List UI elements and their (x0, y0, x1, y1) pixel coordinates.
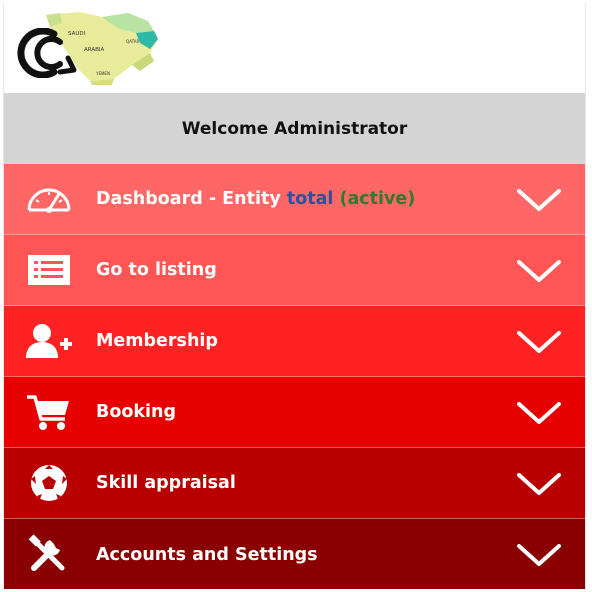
map-label-yemen: YEMEN (95, 71, 110, 76)
menu-item-accounts-settings[interactable]: Accounts and Settings (4, 519, 585, 589)
dashboard-total-label: total (286, 189, 334, 209)
shopping-cart-icon (22, 391, 76, 433)
chevron-down-icon[interactable] (515, 541, 563, 569)
menu-item-label: Dashboard - Entity total (active) (96, 189, 415, 209)
soccer-ball-icon (22, 462, 76, 504)
map-label-qatar: QATAR (126, 39, 139, 44)
menu-item-label: Membership (96, 331, 218, 351)
add-user-icon (22, 320, 76, 362)
welcome-banner: Welcome Administrator (4, 93, 585, 164)
dashboard-label: Dashboard - Entity (96, 189, 281, 209)
menu-item-label: Accounts and Settings (96, 544, 318, 565)
speedometer-icon (22, 178, 76, 220)
cc-logo-icon (17, 28, 77, 78)
menu-item-label: Booking (96, 402, 177, 422)
map-label-arabia: ARABIA (84, 47, 105, 53)
chevron-down-icon[interactable] (515, 257, 563, 285)
tools-icon (22, 533, 76, 575)
header: SAUDI ARABIA QATAR YEMEN (4, 3, 585, 93)
menu-item-dashboard[interactable]: Dashboard - Entity total (active) (4, 164, 585, 235)
menu-item-membership[interactable]: Membership (4, 306, 585, 377)
chevron-down-icon[interactable] (515, 328, 563, 356)
menu-item-label: Go to listing (96, 260, 217, 280)
chevron-down-icon[interactable] (515, 399, 563, 427)
menu-item-booking[interactable]: Booking (4, 377, 585, 448)
list-icon (22, 249, 76, 291)
app-window: SAUDI ARABIA QATAR YEMEN Welcome Adminis… (3, 3, 586, 589)
chevron-down-icon[interactable] (515, 186, 563, 214)
menu-item-skill-appraisal[interactable]: Skill appraisal (4, 448, 585, 519)
dashboard-active-label: (active) (339, 189, 416, 209)
menu-item-listing[interactable]: Go to listing (4, 235, 585, 306)
chevron-down-icon[interactable] (515, 470, 563, 498)
menu-item-label: Skill appraisal (96, 473, 236, 493)
